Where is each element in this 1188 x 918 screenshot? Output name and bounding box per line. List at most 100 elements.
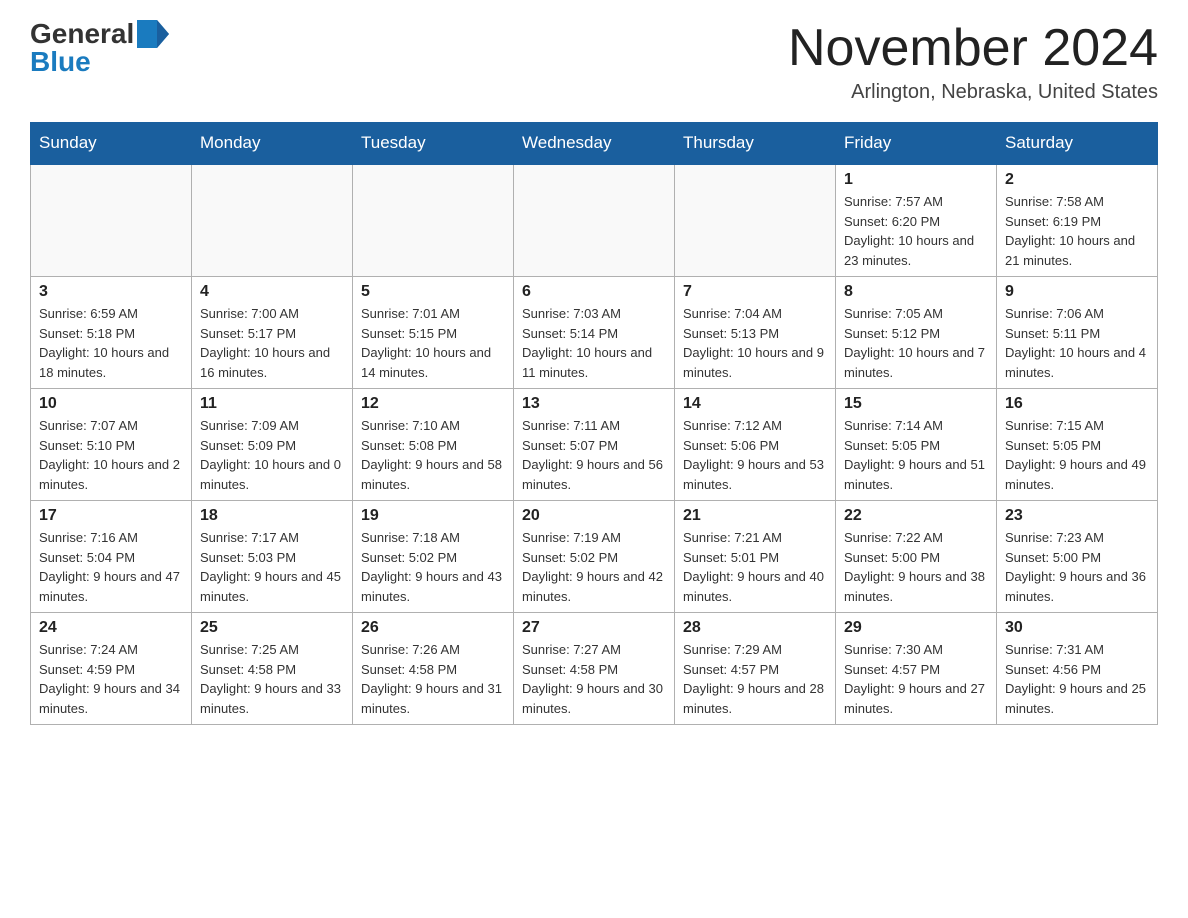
day-number: 7 bbox=[683, 283, 827, 301]
day-info: Sunrise: 7:10 AMSunset: 5:08 PMDaylight:… bbox=[361, 416, 505, 494]
day-number: 30 bbox=[1005, 619, 1149, 637]
calendar-cell: 9 Sunrise: 7:06 AMSunset: 5:11 PMDaylight… bbox=[997, 277, 1158, 389]
calendar-cell: 21 Sunrise: 7:21 AMSunset: 5:01 PMDayligh… bbox=[675, 501, 836, 613]
calendar-cell: 19 Sunrise: 7:18 AMSunset: 5:02 PMDayligh… bbox=[353, 501, 514, 613]
day-info: Sunrise: 7:18 AMSunset: 5:02 PMDaylight:… bbox=[361, 528, 505, 606]
day-info: Sunrise: 7:23 AMSunset: 5:00 PMDaylight:… bbox=[1005, 528, 1149, 606]
day-info: Sunrise: 7:00 AMSunset: 5:17 PMDaylight:… bbox=[200, 304, 344, 382]
day-number: 13 bbox=[522, 395, 666, 413]
day-info: Sunrise: 7:19 AMSunset: 5:02 PMDaylight:… bbox=[522, 528, 666, 606]
day-info: Sunrise: 7:26 AMSunset: 4:58 PMDaylight:… bbox=[361, 640, 505, 718]
calendar-cell bbox=[675, 164, 836, 277]
calendar-subtitle: Arlington, Nebraska, United States bbox=[788, 81, 1158, 104]
day-number: 8 bbox=[844, 283, 988, 301]
week-row-4: 17 Sunrise: 7:16 AMSunset: 5:04 PMDayligh… bbox=[31, 501, 1158, 613]
calendar-cell bbox=[192, 164, 353, 277]
calendar-cell: 16 Sunrise: 7:15 AMSunset: 5:05 PMDayligh… bbox=[997, 389, 1158, 501]
day-info: Sunrise: 7:17 AMSunset: 5:03 PMDaylight:… bbox=[200, 528, 344, 606]
logo-flag-icon bbox=[137, 20, 169, 48]
calendar-cell bbox=[514, 164, 675, 277]
day-number: 16 bbox=[1005, 395, 1149, 413]
header: General Blue November 2024 Arlington, Ne… bbox=[30, 20, 1158, 104]
day-info: Sunrise: 7:16 AMSunset: 5:04 PMDaylight:… bbox=[39, 528, 183, 606]
calendar-cell: 29Sunrise: 7:30 AMSunset: 4:57 PMDayligh… bbox=[836, 613, 997, 725]
weekday-header-wednesday: Wednesday bbox=[514, 123, 675, 165]
calendar-cell: 23Sunrise: 7:23 AMSunset: 5:00 PMDayligh… bbox=[997, 501, 1158, 613]
day-number: 4 bbox=[200, 283, 344, 301]
day-info: Sunrise: 7:21 AMSunset: 5:01 PMDaylight:… bbox=[683, 528, 827, 606]
calendar-cell: 12 Sunrise: 7:10 AMSunset: 5:08 PMDayligh… bbox=[353, 389, 514, 501]
day-number: 28 bbox=[683, 619, 827, 637]
day-number: 17 bbox=[39, 507, 183, 525]
day-number: 19 bbox=[361, 507, 505, 525]
calendar-cell: 25 Sunrise: 7:25 AMSunset: 4:58 PMDayligh… bbox=[192, 613, 353, 725]
day-info: Sunrise: 7:14 AMSunset: 5:05 PMDaylight:… bbox=[844, 416, 988, 494]
day-info: Sunrise: 7:31 AMSunset: 4:56 PMDaylight:… bbox=[1005, 640, 1149, 718]
day-number: 3 bbox=[39, 283, 183, 301]
day-info: Sunrise: 7:15 AMSunset: 5:05 PMDaylight:… bbox=[1005, 416, 1149, 494]
day-info: Sunrise: 7:07 AMSunset: 5:10 PMDaylight:… bbox=[39, 416, 183, 494]
calendar-cell: 28 Sunrise: 7:29 AMSunset: 4:57 PMDayligh… bbox=[675, 613, 836, 725]
weekday-header-tuesday: Tuesday bbox=[353, 123, 514, 165]
day-number: 21 bbox=[683, 507, 827, 525]
day-number: 18 bbox=[200, 507, 344, 525]
day-info: Sunrise: 7:11 AMSunset: 5:07 PMDaylight:… bbox=[522, 416, 666, 494]
calendar-cell: 8 Sunrise: 7:05 AMSunset: 5:12 PMDaylight… bbox=[836, 277, 997, 389]
day-info: Sunrise: 7:05 AMSunset: 5:12 PMDaylight:… bbox=[844, 304, 988, 382]
calendar-cell: 2Sunrise: 7:58 AMSunset: 6:19 PMDaylight… bbox=[997, 164, 1158, 277]
day-info: Sunrise: 7:06 AMSunset: 5:11 PMDaylight:… bbox=[1005, 304, 1149, 382]
day-number: 26 bbox=[361, 619, 505, 637]
calendar-cell: 27 Sunrise: 7:27 AMSunset: 4:58 PMDayligh… bbox=[514, 613, 675, 725]
calendar-cell bbox=[31, 164, 192, 277]
day-number: 27 bbox=[522, 619, 666, 637]
day-info: Sunrise: 7:25 AMSunset: 4:58 PMDaylight:… bbox=[200, 640, 344, 718]
calendar-cell: 30 Sunrise: 7:31 AMSunset: 4:56 PMDayligh… bbox=[997, 613, 1158, 725]
day-number: 20 bbox=[522, 507, 666, 525]
calendar-cell: 1Sunrise: 7:57 AMSunset: 6:20 PMDaylight… bbox=[836, 164, 997, 277]
day-info: Sunrise: 6:59 AMSunset: 5:18 PMDaylight:… bbox=[39, 304, 183, 382]
calendar-cell: 22Sunrise: 7:22 AMSunset: 5:00 PMDayligh… bbox=[836, 501, 997, 613]
day-info: Sunrise: 7:04 AMSunset: 5:13 PMDaylight:… bbox=[683, 304, 827, 382]
weekday-header-friday: Friday bbox=[836, 123, 997, 165]
day-number: 10 bbox=[39, 395, 183, 413]
calendar-cell: 20 Sunrise: 7:19 AMSunset: 5:02 PMDayligh… bbox=[514, 501, 675, 613]
calendar-cell: 26 Sunrise: 7:26 AMSunset: 4:58 PMDayligh… bbox=[353, 613, 514, 725]
day-info: Sunrise: 7:57 AMSunset: 6:20 PMDaylight:… bbox=[844, 192, 988, 270]
day-info: Sunrise: 7:03 AMSunset: 5:14 PMDaylight:… bbox=[522, 304, 666, 382]
calendar-cell: 14Sunrise: 7:12 AMSunset: 5:06 PMDayligh… bbox=[675, 389, 836, 501]
day-info: Sunrise: 7:22 AMSunset: 5:00 PMDaylight:… bbox=[844, 528, 988, 606]
weekday-header-monday: Monday bbox=[192, 123, 353, 165]
title-area: November 2024 Arlington, Nebraska, Unite… bbox=[788, 20, 1158, 104]
weekday-header-sunday: Sunday bbox=[31, 123, 192, 165]
day-number: 12 bbox=[361, 395, 505, 413]
calendar-cell: 5Sunrise: 7:01 AMSunset: 5:15 PMDaylight… bbox=[353, 277, 514, 389]
calendar-header: SundayMondayTuesdayWednesdayThursdayFrid… bbox=[31, 123, 1158, 165]
day-info: Sunrise: 7:58 AMSunset: 6:19 PMDaylight:… bbox=[1005, 192, 1149, 270]
calendar-table: SundayMondayTuesdayWednesdayThursdayFrid… bbox=[30, 122, 1158, 725]
logo-blue-text: Blue bbox=[30, 46, 91, 77]
day-info: Sunrise: 7:29 AMSunset: 4:57 PMDaylight:… bbox=[683, 640, 827, 718]
weekday-header-thursday: Thursday bbox=[675, 123, 836, 165]
day-info: Sunrise: 7:09 AMSunset: 5:09 PMDaylight:… bbox=[200, 416, 344, 494]
weekday-header-saturday: Saturday bbox=[997, 123, 1158, 165]
day-number: 25 bbox=[200, 619, 344, 637]
week-row-1: 1Sunrise: 7:57 AMSunset: 6:20 PMDaylight… bbox=[31, 164, 1158, 277]
calendar-cell bbox=[353, 164, 514, 277]
day-info: Sunrise: 7:01 AMSunset: 5:15 PMDaylight:… bbox=[361, 304, 505, 382]
day-number: 11 bbox=[200, 395, 344, 413]
logo-general-text: General bbox=[30, 20, 134, 48]
day-number: 15 bbox=[844, 395, 988, 413]
logo: General Blue bbox=[30, 20, 169, 76]
calendar-cell: 18 Sunrise: 7:17 AMSunset: 5:03 PMDayligh… bbox=[192, 501, 353, 613]
week-row-2: 3 Sunrise: 6:59 AMSunset: 5:18 PMDaylight… bbox=[31, 277, 1158, 389]
calendar-cell: 10 Sunrise: 7:07 AMSunset: 5:10 PMDayligh… bbox=[31, 389, 192, 501]
day-info: Sunrise: 7:24 AMSunset: 4:59 PMDaylight:… bbox=[39, 640, 183, 718]
day-number: 9 bbox=[1005, 283, 1149, 301]
calendar-cell: 13 Sunrise: 7:11 AMSunset: 5:07 PMDayligh… bbox=[514, 389, 675, 501]
day-number: 14 bbox=[683, 395, 827, 413]
calendar-cell: 17 Sunrise: 7:16 AMSunset: 5:04 PMDayligh… bbox=[31, 501, 192, 613]
week-row-3: 10 Sunrise: 7:07 AMSunset: 5:10 PMDayligh… bbox=[31, 389, 1158, 501]
day-info: Sunrise: 7:27 AMSunset: 4:58 PMDaylight:… bbox=[522, 640, 666, 718]
calendar-cell: 6Sunrise: 7:03 AMSunset: 5:14 PMDaylight… bbox=[514, 277, 675, 389]
day-number: 29 bbox=[844, 619, 988, 637]
